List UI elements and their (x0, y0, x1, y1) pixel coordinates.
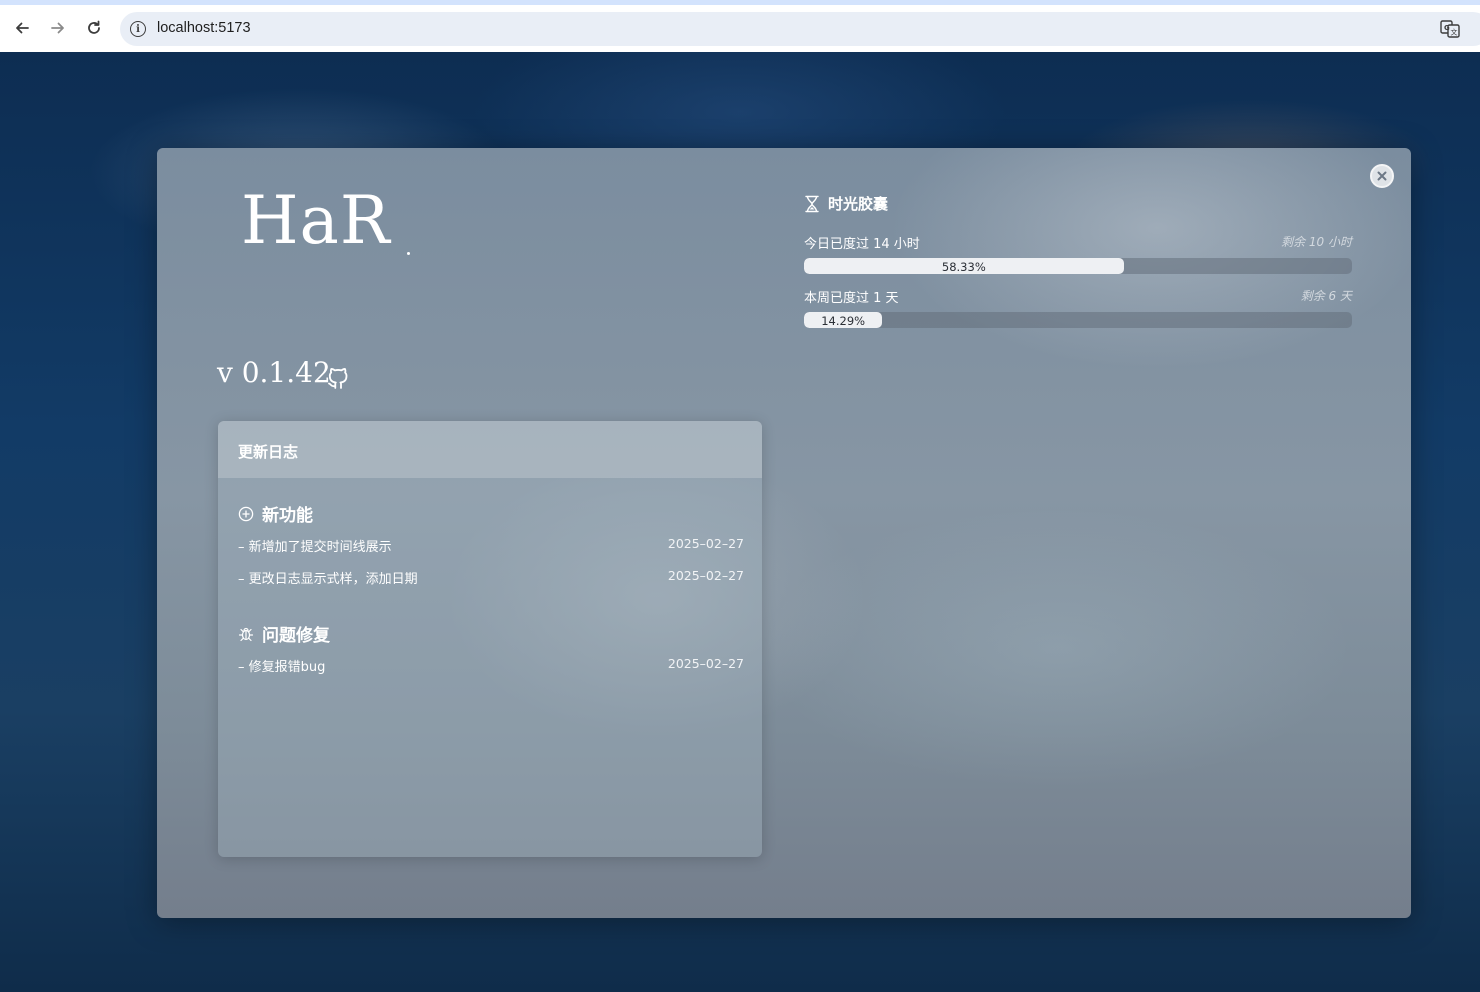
close-button[interactable] (1370, 164, 1394, 188)
arrow-right-icon[interactable] (46, 16, 70, 40)
section-title-text: 新功能 (262, 506, 313, 526)
week-progress-label: 本周已度过 1 天 剩余 6 天 (804, 287, 1352, 306)
section-features: 新功能 (238, 501, 313, 526)
entry-date: 2025–02–27 (667, 568, 744, 583)
changelog-entry: – 更改日志显示式样，添加日期 2025–02–27 (238, 568, 744, 587)
day-progress-bar: 58.33% (804, 258, 1352, 274)
github-icon[interactable] (327, 365, 349, 389)
section-title-text: 问题修复 (262, 626, 330, 646)
close-icon (1377, 171, 1387, 181)
time-capsule-title: 时光胶囊 (804, 193, 888, 214)
address-bar[interactable]: i localhost:5173 G 文 (120, 12, 1480, 46)
week-progress-text: 本周已度过 1 天 (804, 291, 899, 306)
arrow-left-icon[interactable] (10, 16, 34, 40)
svg-text:G: G (1444, 24, 1450, 32)
day-remaining: 剩余 10 小时 (1281, 235, 1352, 249)
week-remaining: 剩余 6 天 (1300, 289, 1352, 303)
entry-date: 2025–02–27 (667, 656, 744, 671)
entry-date: 2025–02–27 (667, 536, 744, 551)
entry-text: – 新增加了提交时间线展示 (238, 540, 392, 555)
entry-text: – 更改日志显示式样，添加日期 (238, 572, 418, 587)
svg-text:文: 文 (1451, 28, 1458, 37)
hourglass-icon (805, 195, 819, 212)
entry-text: – 修复报错bug (238, 660, 326, 675)
bug-icon (238, 627, 254, 641)
week-progress-fill: 14.29% (804, 312, 883, 328)
section-bugfixes: 问题修复 (238, 621, 330, 646)
app-logo: HaR (241, 182, 391, 259)
changelog-entry: – 新增加了提交时间线展示 2025–02–27 (238, 536, 744, 555)
day-progress-text: 今日已度过 14 小时 (804, 237, 920, 252)
changelog-title: 更新日志 (218, 421, 762, 478)
version-label: v 0.1.42 (217, 356, 331, 389)
reload-icon[interactable] (82, 16, 106, 40)
translate-icon[interactable]: G 文 (1440, 20, 1460, 38)
info-icon[interactable]: i (130, 21, 146, 37)
changelog-card: 更新日志 新功能 – 新增加了提交时间线展示 2025–02–27 – 更改日志… (218, 421, 762, 857)
plus-circle-icon (238, 506, 254, 521)
day-progress-percent: 58.33% (941, 260, 986, 274)
week-progress-percent: 14.29% (821, 314, 866, 328)
logo-dot (407, 252, 410, 255)
browser-toolbar: i localhost:5173 G 文 (0, 0, 1480, 52)
changelog-entry: – 修复报错bug 2025–02–27 (238, 656, 744, 675)
time-capsule-title-text: 时光胶囊 (828, 195, 889, 213)
week-progress-bar: 14.29% (804, 312, 1352, 328)
day-progress-fill: 58.33% (804, 258, 1124, 274)
day-progress-label: 今日已度过 14 小时 剩余 10 小时 (804, 233, 1352, 252)
about-panel: HaR v 0.1.42 更新日志 新功能 – 新增加了提交时间线展示 2025… (157, 148, 1411, 918)
url-text: localhost:5173 (157, 20, 251, 36)
